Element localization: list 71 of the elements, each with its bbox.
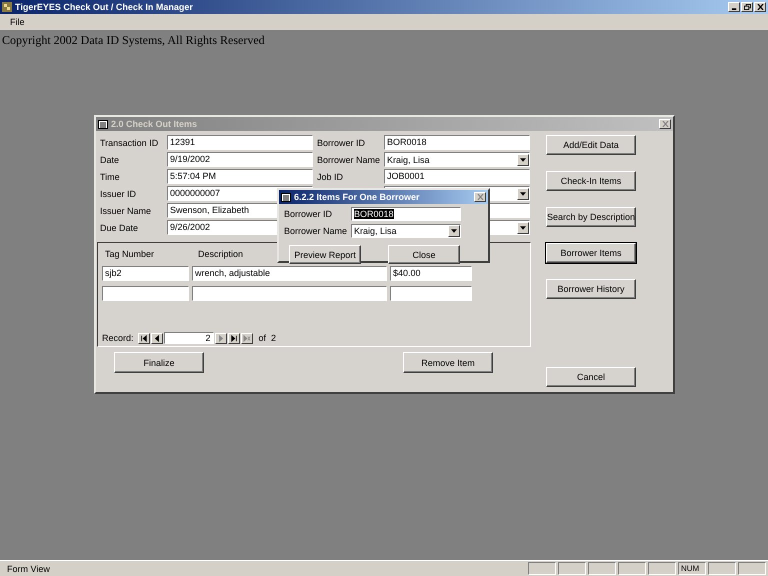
dropdown-icon[interactable] [517, 188, 529, 200]
side-button[interactable]: Search by Description [546, 207, 636, 227]
prev-record-button[interactable] [150, 332, 163, 344]
column-header: Description [198, 249, 244, 261]
field-label: Issuer Name [100, 206, 152, 216]
text-field[interactable]: JOB0001 [384, 169, 530, 184]
form-icon [281, 192, 291, 202]
field-label: Due Date [100, 222, 140, 232]
text-field[interactable]: BOR0018 [351, 207, 461, 221]
table-cell[interactable]: sjb2 [102, 266, 189, 281]
form-title: 2.0 Check Out Items [111, 119, 198, 129]
status-pane [528, 562, 556, 575]
num-lock-indicator: NUM [678, 562, 706, 575]
combo-box[interactable]: Kraig, Lisa [351, 224, 461, 238]
status-pane [618, 562, 646, 575]
status-pane [588, 562, 616, 575]
field-label: Borrower Name [317, 154, 382, 164]
dropdown-icon[interactable] [448, 225, 460, 237]
cancel-button[interactable]: Cancel [546, 367, 636, 387]
first-arrow-icon [140, 334, 148, 342]
action-button[interactable]: Remove Item [403, 352, 493, 373]
side-button[interactable]: Borrower History [546, 279, 636, 299]
dropdown-icon[interactable] [517, 154, 529, 166]
status-pane [558, 562, 586, 575]
close-button[interactable] [659, 119, 671, 129]
menu-item[interactable]: File [6, 17, 29, 27]
next-arrow-icon [216, 334, 225, 342]
action-button[interactable]: Finalize [114, 352, 204, 373]
record-count: of 2 [258, 333, 276, 343]
text-field[interactable]: 12391 [167, 135, 313, 150]
status-pane [738, 562, 766, 575]
side-button[interactable]: Borrower Items [546, 243, 636, 263]
record-number-field[interactable]: 2 [164, 332, 214, 344]
dropdown-icon[interactable] [517, 222, 529, 234]
text-field[interactable]: BOR0018 [384, 135, 530, 150]
text-field[interactable]: 5:57:04 PM [167, 169, 313, 184]
table-cell[interactable] [192, 286, 387, 301]
table-cell[interactable] [390, 286, 472, 301]
status-text: Form View [6, 564, 51, 574]
table-cell[interactable] [102, 286, 189, 301]
field-label: Issuer ID [100, 188, 138, 198]
field-label: Time [100, 172, 121, 182]
maximize-button[interactable] [741, 2, 753, 12]
close-button[interactable] [474, 192, 486, 202]
table-cell[interactable]: wrench, adjustable [192, 266, 387, 281]
dialog-button[interactable]: Close [388, 245, 460, 264]
side-button[interactable]: Add/Edit Data [546, 135, 636, 155]
status-pane [648, 562, 676, 575]
window-title: TigerEYES Check Out / Check In Manager [15, 2, 194, 12]
first-record-button[interactable] [138, 332, 150, 344]
dialog-button[interactable]: Preview Report [289, 245, 361, 264]
last-arrow-icon [230, 334, 238, 342]
field-label: Borrower ID [317, 138, 366, 148]
field-label: Job ID [317, 172, 344, 182]
side-button[interactable]: Check-In Items [546, 171, 636, 191]
close-button[interactable] [754, 2, 766, 12]
status-pane [708, 562, 736, 575]
minimize-button[interactable] [728, 2, 740, 12]
form-icon [98, 120, 108, 128]
new-arrow-icon [242, 334, 251, 342]
record-label: Record: [102, 333, 134, 343]
table-cell[interactable]: $40.00 [390, 266, 472, 281]
last-record-button[interactable] [228, 332, 240, 344]
column-header: Tag Number [104, 249, 156, 261]
app-icon [2, 2, 12, 12]
copyright-text: Copyright 2002 Data ID Systems, All Rights Reserved [1, 32, 266, 49]
combo-box[interactable]: Kraig, Lisa [384, 152, 530, 167]
field-label: Date [100, 154, 120, 164]
prev-arrow-icon [152, 334, 161, 342]
field-label: Transaction ID [100, 138, 160, 148]
text-field[interactable]: 9/19/2002 [167, 152, 313, 167]
